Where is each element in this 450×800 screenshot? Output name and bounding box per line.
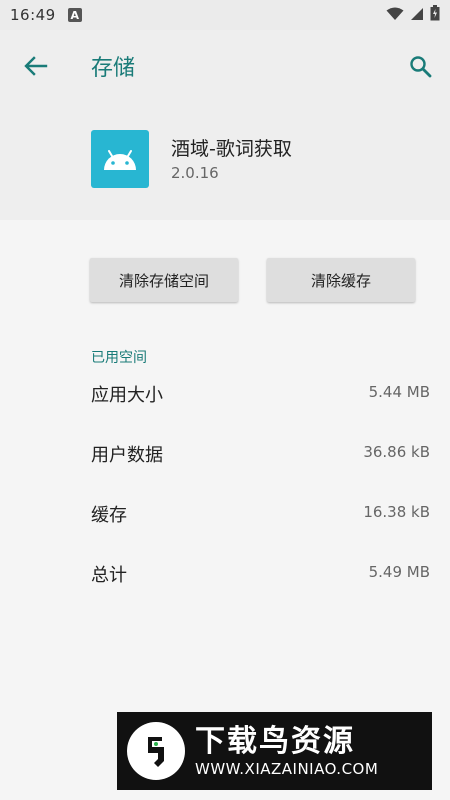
watermark-title: 下载鸟资源 xyxy=(195,724,355,759)
clear-storage-button[interactable]: 清除存储空间 xyxy=(90,258,238,302)
bird-logo-icon xyxy=(127,722,185,780)
row-label: 缓存 xyxy=(91,505,127,526)
row-label: 应用大小 xyxy=(91,385,163,406)
row-value: 16.38 kB xyxy=(363,503,430,521)
page-title: 存储 xyxy=(91,56,136,81)
search-icon xyxy=(410,56,432,78)
signal-icon xyxy=(410,6,424,25)
notification-icon: A xyxy=(67,8,82,22)
section-label-used-space: 已用空间 xyxy=(91,350,147,366)
search-button[interactable] xyxy=(404,52,436,80)
storage-screen: 16:49 A 存储 酒域-歌词获取 2.0.16 清除存储空间 清除缓存 已用… xyxy=(0,0,450,800)
status-bar: 16:49 A xyxy=(0,0,450,30)
clear-cache-button[interactable]: 清除缓存 xyxy=(267,258,415,302)
watermark-banner: 下载鸟资源 WWW.XIAZAINIAO.COM xyxy=(117,712,432,790)
wifi-icon xyxy=(386,6,404,25)
row-label: 总计 xyxy=(91,565,127,586)
back-button[interactable] xyxy=(18,52,54,80)
app-name: 酒域-歌词获取 xyxy=(171,138,292,160)
row-value: 5.49 MB xyxy=(368,563,430,581)
watermark-url: WWW.XIAZAINIAO.COM xyxy=(195,760,379,778)
app-header: 存储 酒域-歌词获取 2.0.16 xyxy=(0,30,450,220)
row-value: 36.86 kB xyxy=(363,443,430,461)
watermark-text: 下载鸟资源 WWW.XIAZAINIAO.COM xyxy=(195,724,378,778)
battery-icon xyxy=(430,5,440,25)
row-label: 用户数据 xyxy=(91,445,163,466)
status-icons xyxy=(386,5,440,25)
app-icon xyxy=(91,130,149,188)
android-icon xyxy=(104,150,136,170)
app-version: 2.0.16 xyxy=(171,164,219,182)
list-item-app-size: 应用大小 5.44 MB xyxy=(0,373,450,413)
row-value: 5.44 MB xyxy=(368,383,430,401)
arrow-left-icon xyxy=(24,56,48,76)
list-item-total: 总计 5.49 MB xyxy=(0,553,450,593)
list-item-user-data: 用户数据 36.86 kB xyxy=(0,433,450,473)
list-item-cache: 缓存 16.38 kB xyxy=(0,493,450,533)
status-time: 16:49 xyxy=(10,6,56,24)
